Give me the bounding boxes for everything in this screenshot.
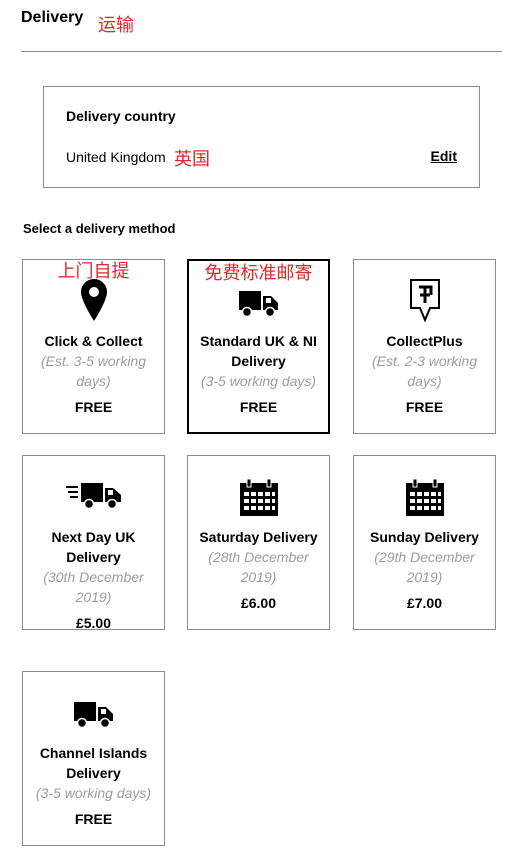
option-price: FREE [74, 399, 113, 415]
collectplus-icon [354, 279, 495, 322]
delivery-country-label: Delivery country [66, 108, 176, 124]
option-estimate: (29th December 2019) [374, 549, 475, 585]
option-price: £6.00 [240, 595, 277, 611]
delivery-option-click-collect[interactable]: 上门自提 Click & Collect (Est. 3-5 working d… [22, 259, 165, 434]
option-name: Click & Collect [44, 333, 143, 349]
option-estimate: (28th December 2019) [208, 549, 309, 585]
truck-icon [23, 694, 164, 734]
delivery-method-heading: Select a delivery method [23, 221, 176, 236]
page-title: Delivery [21, 9, 84, 26]
calendar-icon [188, 478, 329, 518]
option-estimate: (Est. 2-3 working days) [371, 353, 478, 389]
page-header: Delivery 运输 [21, 9, 502, 52]
option-name: Saturday Delivery [199, 529, 318, 545]
country-annotation: 英国 [174, 149, 210, 170]
option-price: £5.00 [75, 615, 112, 631]
option-name: CollectPlus [386, 333, 463, 349]
standard-annotation: 免费标准邮寄 [204, 263, 313, 284]
delivery-option-saturday[interactable]: Saturday Delivery (28th December 2019) £… [187, 455, 330, 630]
delivery-option-channel-islands[interactable]: Channel Islands Delivery (3-5 working da… [22, 671, 165, 846]
delivery-country-box: Delivery country United Kingdom 英国 Edit [43, 86, 480, 188]
edit-country-link[interactable]: Edit [431, 148, 457, 164]
delivery-option-standard[interactable]: 免费标准邮寄 Standard UK & NI Delivery (3-5 wo… [187, 259, 330, 434]
map-pin-icon [23, 279, 164, 321]
option-name: Sunday Delivery [370, 529, 479, 545]
option-estimate: (Est. 3-5 working days) [40, 353, 147, 389]
truck-icon [189, 283, 328, 323]
option-estimate: (3-5 working days) [35, 785, 152, 801]
option-estimate: (30th December 2019) [43, 569, 144, 605]
option-estimate: (3-5 working days) [200, 373, 317, 389]
option-name: Channel Islands Delivery [39, 745, 148, 781]
delivery-country-value: United Kingdom [66, 149, 166, 165]
delivery-option-sunday[interactable]: Sunday Delivery (29th December 2019) £7.… [353, 455, 496, 630]
option-name: Next Day UK Delivery [51, 529, 136, 565]
fast-truck-icon [23, 476, 164, 516]
option-name: Standard UK & NI Delivery [200, 333, 317, 369]
calendar-icon [354, 478, 495, 518]
option-price: £7.00 [406, 595, 443, 611]
option-price: FREE [405, 399, 444, 415]
title-annotation: 运输 [98, 15, 134, 36]
delivery-option-collectplus[interactable]: CollectPlus (Est. 2-3 working days) FREE [353, 259, 496, 434]
delivery-option-next-day[interactable]: Next Day UK Delivery (30th December 2019… [22, 455, 165, 631]
option-price: FREE [239, 399, 278, 415]
option-price: FREE [74, 811, 113, 827]
